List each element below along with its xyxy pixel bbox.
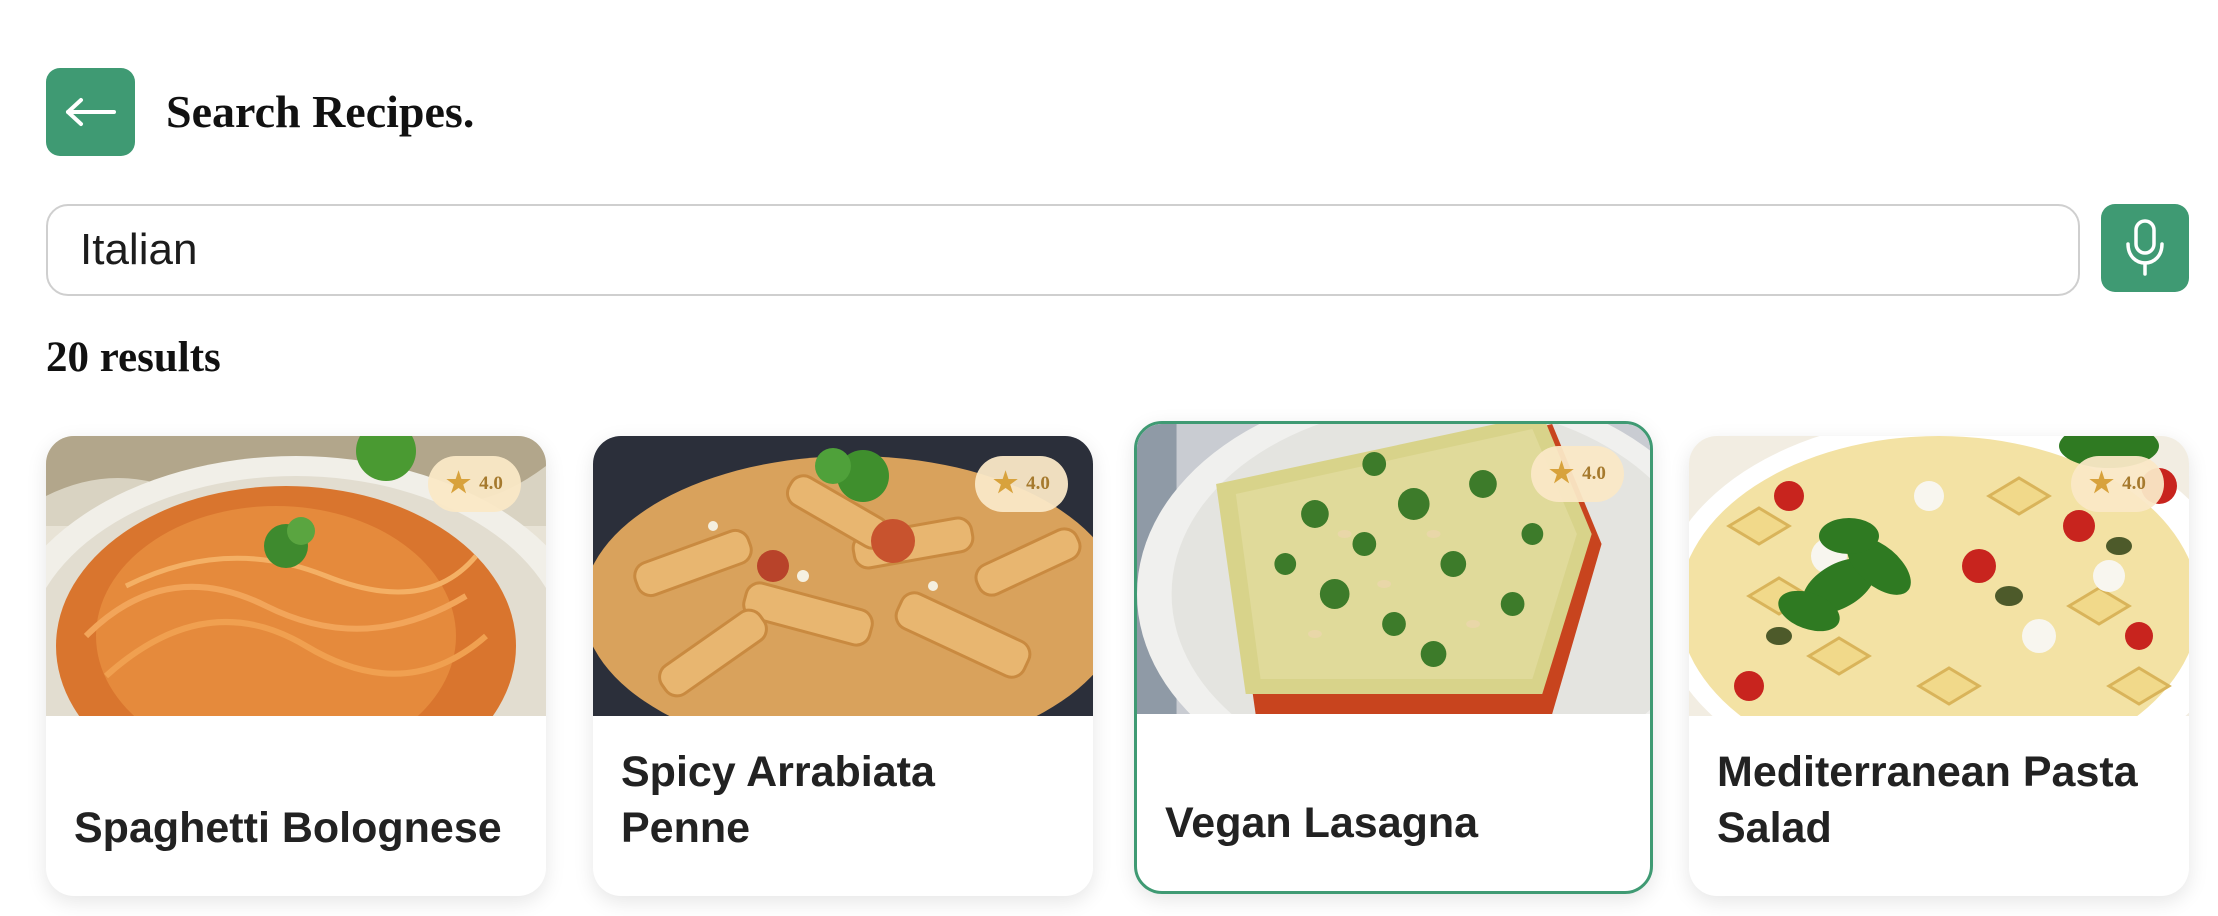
recipe-card[interactable]: ★ 4.0 Spaghetti Bolognese bbox=[46, 436, 546, 896]
microphone-icon bbox=[2126, 219, 2164, 276]
rating-badge: ★ 4.0 bbox=[2071, 456, 2164, 512]
rating-value: 4.0 bbox=[2122, 473, 2146, 494]
recipe-title: Mediterranean Pasta Salad bbox=[1717, 748, 2138, 852]
rating-value: 4.0 bbox=[1582, 463, 1606, 484]
rating-value: 4.0 bbox=[479, 473, 503, 494]
star-icon: ★ bbox=[2089, 468, 2115, 499]
recipe-card[interactable]: ★ 4.0 Vegan Lasagna bbox=[1134, 421, 1653, 894]
recipe-title: Spicy Arrabiata Penne bbox=[621, 748, 935, 852]
recipe-card[interactable]: ★ 4.0 Spicy Arrabiata Penne bbox=[593, 436, 1093, 896]
recipe-title: Spaghetti Bolognese bbox=[74, 804, 502, 852]
star-icon: ★ bbox=[1549, 458, 1575, 489]
back-button[interactable] bbox=[46, 68, 135, 156]
results-count: 20 results bbox=[46, 334, 221, 381]
rating-badge: ★ 4.0 bbox=[975, 456, 1068, 512]
voice-search-button[interactable] bbox=[2101, 204, 2189, 292]
rating-badge: ★ 4.0 bbox=[428, 456, 521, 512]
star-icon: ★ bbox=[993, 468, 1019, 499]
star-icon: ★ bbox=[446, 468, 472, 499]
recipe-title: Vegan Lasagna bbox=[1165, 799, 1479, 847]
arrow-left-icon bbox=[65, 98, 116, 126]
rating-badge: ★ 4.0 bbox=[1531, 446, 1624, 502]
recipe-card[interactable]: ★ 4.0 Mediterranean Pasta Salad bbox=[1689, 436, 2189, 896]
rating-value: 4.0 bbox=[1026, 473, 1050, 494]
page-title: Search Recipes. bbox=[166, 86, 475, 137]
search-input[interactable] bbox=[46, 204, 2080, 296]
